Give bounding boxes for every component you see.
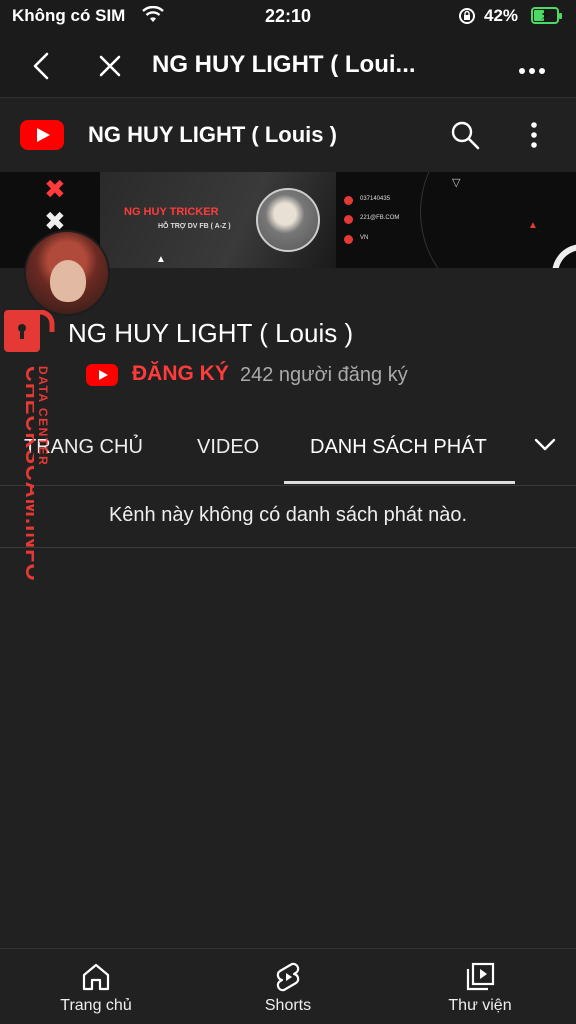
email-icon (344, 215, 353, 224)
bottom-nav: Trang chủ Shorts Thư viện (0, 948, 576, 1024)
library-icon (464, 961, 496, 998)
banner-name: NG HUY TRICKER (124, 206, 219, 218)
youtube-header: NG HUY LIGHT ( Louis ) (0, 98, 576, 172)
banner-photo (256, 188, 320, 252)
youtube-logo-icon[interactable] (20, 120, 64, 150)
banner-decoration: ▲ (528, 220, 538, 231)
banner-phone: 037140435 (360, 196, 391, 202)
nav-home[interactable]: Trang chủ (0, 949, 192, 1024)
active-tab-indicator (284, 481, 515, 484)
watermark: CHECKSCAM.INFO (21, 366, 34, 582)
youtube-play-icon (86, 364, 118, 386)
nav-library[interactable]: Thư viện (384, 949, 576, 1024)
watermark-lock-icon (4, 309, 55, 352)
banner-email: 221@FB.COM (360, 215, 400, 221)
banner-decoration: ▲ (156, 254, 166, 265)
status-bar: Không có SIM 22:10 42% ⚡ (0, 0, 576, 34)
home-icon (80, 961, 112, 998)
nav-shorts[interactable]: Shorts (192, 949, 384, 1024)
watermark-secondary: DATA CENTER (36, 366, 50, 466)
chevron-down-icon[interactable] (534, 438, 556, 457)
channel-avatar[interactable] (24, 230, 110, 316)
browser-nav-bar: NG HUY LIGHT ( Loui... (0, 34, 576, 98)
empty-playlists-message: Kênh này không có danh sách phát nào. (0, 486, 576, 548)
banner-decoration: ✖ (44, 174, 66, 204)
nav-library-label: Thư viện (448, 997, 512, 1014)
banner-subtitle: HỖ TRỢ DV FB ( A-Z ) (158, 223, 231, 230)
subscriber-count: 242 người đăng ký (240, 364, 408, 386)
battery-icon: ⚡ (531, 7, 562, 24)
nav-shorts-label: Shorts (264, 997, 312, 1014)
banner-location: VN (360, 235, 369, 241)
channel-tabs: TRANG CHỦ VIDEO DANH SÁCH PHÁT (0, 410, 576, 486)
channel-title: NG HUY LIGHT ( Louis ) (68, 318, 354, 348)
kebab-menu-icon[interactable] (530, 122, 538, 153)
svg-text:DATA CENTER: DATA CENTER (36, 366, 50, 466)
subscribe-button[interactable]: ĐĂNG KÝ (132, 362, 229, 386)
close-icon[interactable] (98, 54, 122, 83)
header-channel-name: NG HUY LIGHT ( Louis ) (88, 122, 337, 147)
tab-playlists[interactable]: DANH SÁCH PHÁT (310, 436, 487, 459)
shorts-icon (272, 961, 304, 998)
location-icon (344, 235, 353, 244)
battery-percent: 42% (484, 6, 519, 25)
page-title: NG HUY LIGHT ( Loui... (152, 51, 416, 78)
more-options-icon[interactable] (518, 62, 546, 80)
nav-home-label: Trang chủ (60, 997, 132, 1014)
rotation-lock-icon (458, 7, 476, 30)
tab-video[interactable]: VIDEO (197, 436, 259, 459)
phone-icon (344, 196, 353, 205)
back-arrow-icon[interactable] (30, 52, 52, 85)
banner-decoration: ▽ (452, 177, 461, 189)
search-icon[interactable] (450, 120, 480, 155)
